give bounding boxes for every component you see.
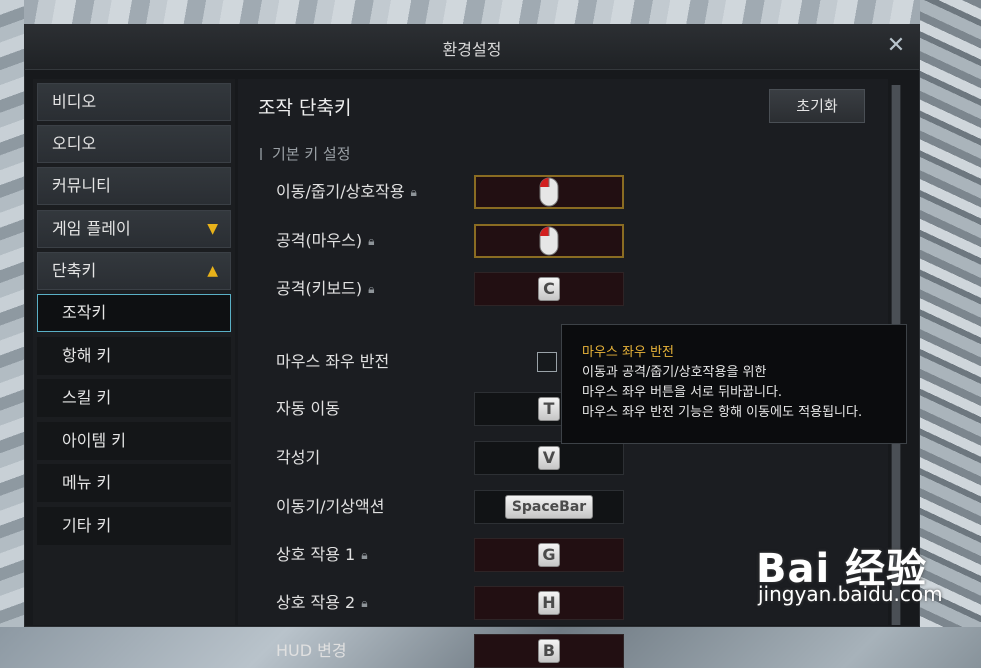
- panel-title: 조작 단축키: [258, 97, 352, 119]
- hotkey-binding-hud[interactable]: B: [474, 634, 624, 668]
- hotkey-row-label: 상호 작용 2 🔒︎: [276, 586, 368, 620]
- hotkey-label-text: 이동기/기상액션: [276, 497, 385, 516]
- sidebar-item-label: 스킬 키: [62, 388, 112, 407]
- sidebar-item-other-keys[interactable]: 기타 키: [37, 507, 231, 545]
- hotkey-label-text: 각성기: [276, 448, 321, 467]
- section-divider: [260, 148, 262, 160]
- hotkey-label-text: 자동 이동: [276, 399, 340, 418]
- window-title: 환경설정: [442, 40, 502, 59]
- settings-sidebar: 비디오 오디오 커뮤니티 게임 플레이 ▼ 단축키 ▲ 조작키 항해 키 스킬 키 …: [33, 79, 235, 625]
- hotkey-row-label: 공격(키보드) 🔒︎: [276, 272, 374, 306]
- sidebar-item-control-keys[interactable]: 조작키: [37, 294, 231, 332]
- hotkey-row-label: 각성기: [276, 441, 320, 475]
- sidebar-category-community[interactable]: 커뮤니티: [37, 167, 231, 205]
- sidebar-category-label: 커뮤니티: [52, 176, 111, 195]
- tooltip-line: 이동과 공격/줍기/상호작용을 위한: [582, 365, 767, 380]
- sidebar-category-gameplay[interactable]: 게임 플레이 ▼: [37, 210, 231, 248]
- keycap: H: [538, 591, 560, 615]
- keycap: V: [538, 446, 560, 470]
- hotkey-label-text: 상호 작용 2: [276, 593, 356, 612]
- sidebar-category-video[interactable]: 비디오: [37, 83, 231, 121]
- hotkey-binding-attack-mouse[interactable]: [474, 224, 624, 258]
- hotkey-row-label: HUD 변경: [276, 634, 347, 668]
- tooltip-title: 마우스 좌우 반전: [582, 345, 674, 360]
- close-icon[interactable]: ✕: [883, 33, 909, 59]
- hotkey-label-text: 공격(마우스): [276, 231, 363, 250]
- section-header: 기본 키 설정: [260, 143, 351, 164]
- watermark-url: jingyan.baidu.com: [758, 582, 943, 606]
- sidebar-item-label: 기타 키: [62, 516, 112, 535]
- hotkey-row-label: 자동 이동: [276, 392, 340, 426]
- hotkey-binding-attack-keyboard[interactable]: C: [474, 272, 624, 306]
- sidebar-item-label: 조작키: [62, 303, 107, 322]
- hotkey-row-label: 마우스 좌우 반전: [276, 345, 389, 379]
- sidebar-category-label: 비디오: [52, 92, 97, 111]
- tooltip-line: 마우스 좌우 버튼을 서로 뒤바꿉니다.: [582, 385, 783, 400]
- background-scenery-left: [0, 0, 24, 627]
- keycap: T: [538, 397, 560, 421]
- sidebar-category-label: 게임 플레이: [52, 219, 131, 238]
- chevron-down-icon: ▼: [207, 221, 218, 237]
- hotkey-binding-dodge[interactable]: SpaceBar: [474, 490, 624, 524]
- sidebar-item-label: 메뉴 키: [62, 473, 112, 492]
- hotkey-binding-interact-2[interactable]: H: [474, 586, 624, 620]
- keycap: C: [538, 277, 560, 301]
- sidebar-item-skill-keys[interactable]: 스킬 키: [37, 379, 231, 417]
- lock-icon: 🔒︎: [368, 234, 375, 248]
- tooltip-line: 마우스 좌우 반전 기능은 항해 이동에도 적용됩니다.: [582, 405, 863, 420]
- chevron-up-icon: ▲: [207, 263, 218, 279]
- reset-button[interactable]: 초기화: [769, 89, 865, 123]
- sidebar-category-hotkeys[interactable]: 단축키 ▲: [37, 252, 231, 290]
- lock-icon: 🔒︎: [368, 282, 375, 296]
- hotkey-label-text: 마우스 좌우 반전: [276, 352, 390, 371]
- mouse-swap-tooltip: 마우스 좌우 반전 이동과 공격/줍기/상호작용을 위한 마우스 좌우 버튼을 …: [561, 324, 907, 444]
- section-label: 기본 키 설정: [272, 145, 351, 163]
- watermark: Bai 经验 jingyan.baidu.com: [748, 520, 980, 627]
- sidebar-item-menu-keys[interactable]: 메뉴 키: [37, 464, 231, 502]
- keycap: G: [538, 543, 560, 567]
- lock-icon: 🔒︎: [361, 548, 368, 562]
- background-scenery-top: [0, 0, 981, 24]
- hotkey-label-text: 이동/줍기/상호작용: [276, 182, 405, 201]
- sidebar-item-label: 아이템 키: [62, 431, 126, 450]
- mouse-left-click-icon: [539, 226, 559, 256]
- hotkey-binding-awakening[interactable]: V: [474, 441, 624, 475]
- lock-icon: 🔒︎: [361, 596, 368, 610]
- sidebar-category-label: 오디오: [52, 134, 97, 153]
- sidebar-item-item-keys[interactable]: 아이템 키: [37, 422, 231, 460]
- hotkey-row-label: 이동/줍기/상호작용 🔒︎: [276, 175, 417, 209]
- sidebar-category-label: 단축키: [52, 261, 97, 280]
- sidebar-category-audio[interactable]: 오디오: [37, 125, 231, 163]
- hotkey-label-text: 상호 작용 1: [276, 545, 356, 564]
- hotkey-binding-move[interactable]: [474, 175, 624, 209]
- hotkey-binding-interact-1[interactable]: G: [474, 538, 624, 572]
- keycap: SpaceBar: [505, 495, 593, 519]
- keycap: B: [538, 639, 560, 663]
- hotkey-label-text: HUD 변경: [276, 641, 347, 660]
- hotkey-label-text: 공격(키보드): [276, 279, 363, 298]
- sidebar-item-sailing-keys[interactable]: 항해 키: [37, 337, 231, 375]
- hotkey-row-label: 상호 작용 1 🔒︎: [276, 538, 368, 572]
- sidebar-item-label: 항해 키: [62, 346, 112, 365]
- hotkey-row-label: 공격(마우스) 🔒︎: [276, 224, 374, 258]
- window-titlebar: 환경설정 ✕: [25, 25, 919, 70]
- mouse-left-click-icon: [539, 177, 559, 207]
- hotkey-row-label: 이동기/기상액션: [276, 490, 384, 524]
- lock-icon: 🔒︎: [410, 185, 417, 199]
- mouse-swap-checkbox[interactable]: [537, 352, 557, 372]
